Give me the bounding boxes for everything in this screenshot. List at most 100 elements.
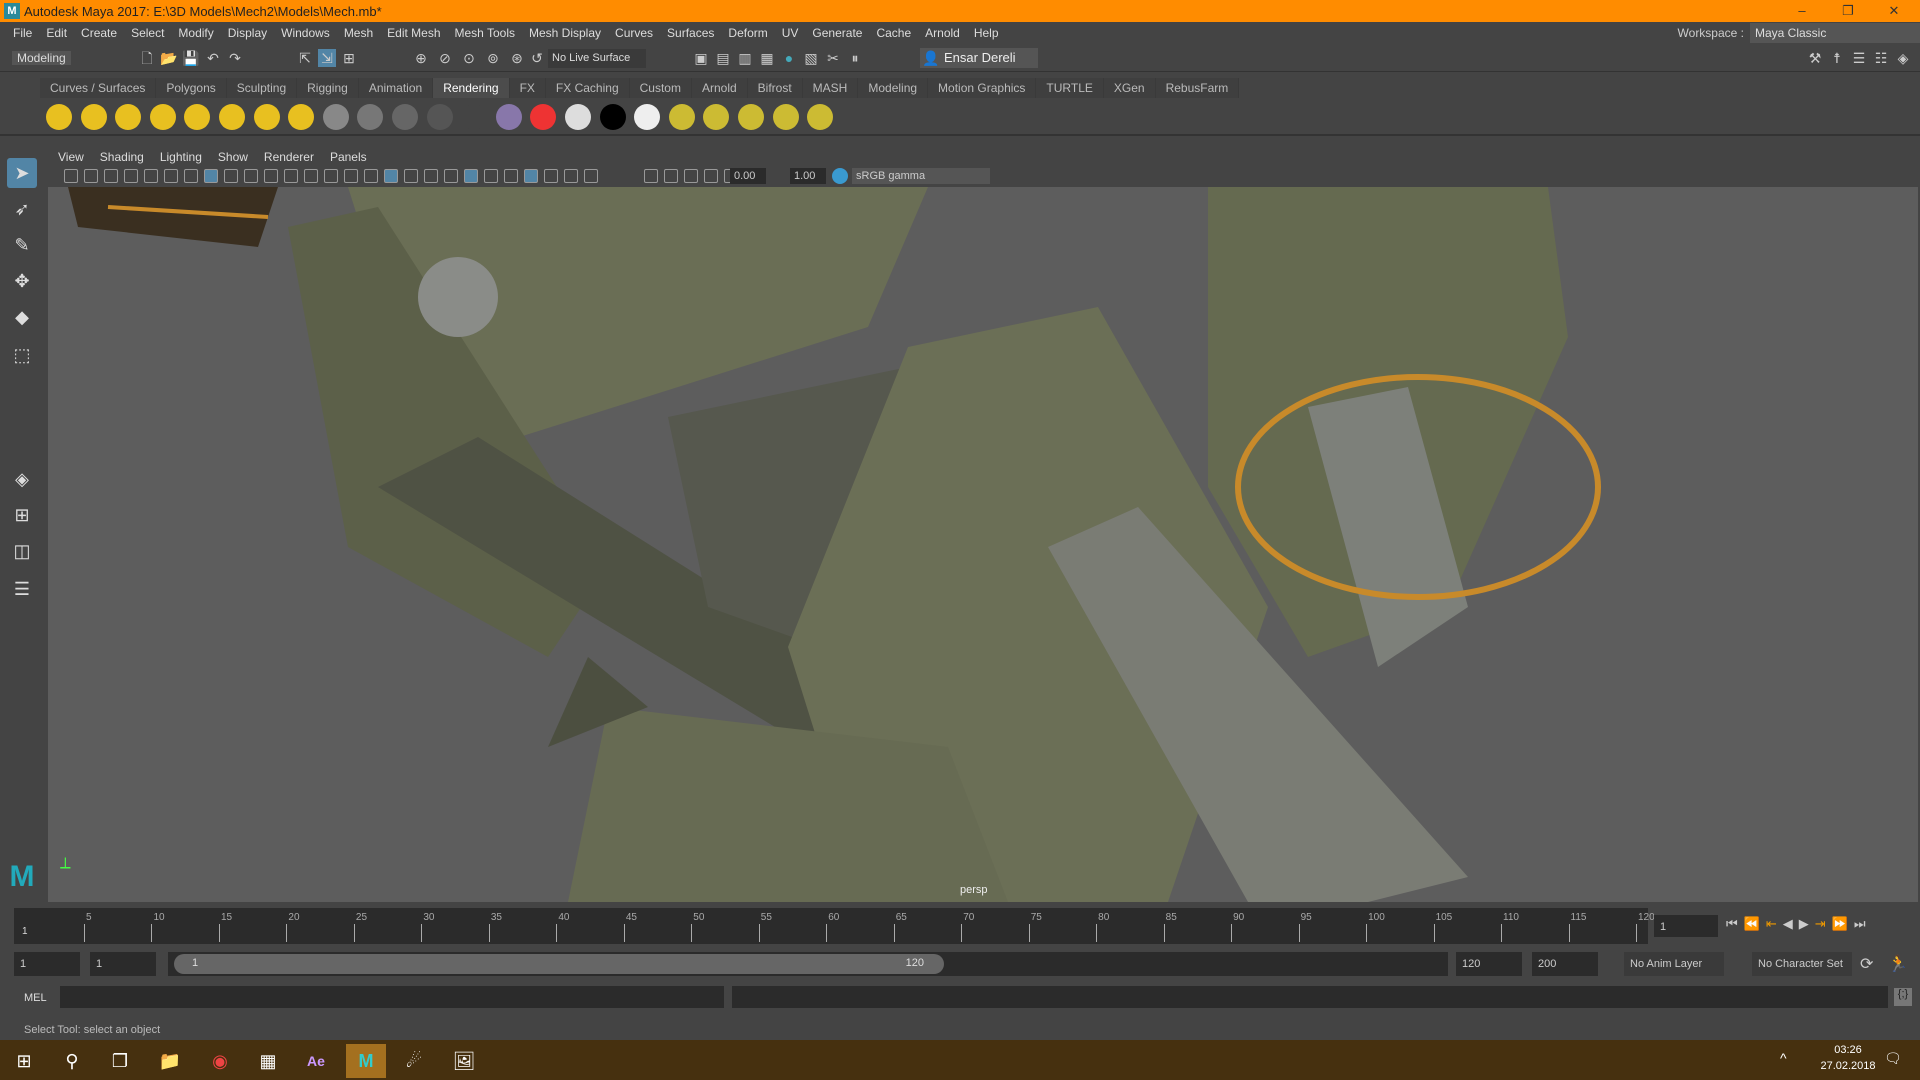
panel-menu-view[interactable]: View (50, 150, 92, 164)
four-view-layout-icon[interactable]: ⊞ (7, 500, 37, 530)
panel-menu-lighting[interactable]: Lighting (152, 150, 210, 164)
snap-surface-icon[interactable]: ⊛ (508, 49, 526, 67)
show-hidden-icons[interactable]: ^ (1780, 1050, 1787, 1066)
panel-tool-icon-8[interactable] (204, 169, 218, 183)
channel-box-icon[interactable]: ◈ (1894, 49, 1912, 67)
menu-mesh-display[interactable]: Mesh Display (522, 26, 608, 40)
menu-edit-mesh[interactable]: Edit Mesh (380, 26, 447, 40)
menu-curves[interactable]: Curves (608, 26, 660, 40)
shelf-tab-arnold[interactable]: Arnold (691, 78, 748, 98)
menu-help[interactable]: Help (967, 26, 1006, 40)
light-linking-icon[interactable] (288, 104, 315, 130)
panel-tool-icon-10[interactable] (244, 169, 258, 183)
step-forward-key-icon[interactable]: ⇥ (1815, 916, 1826, 932)
menu-generate[interactable]: Generate (805, 26, 869, 40)
shelf-tab-turtle[interactable]: TURTLE (1036, 78, 1104, 98)
directional-light-icon[interactable] (80, 104, 107, 130)
black-sphere-icon[interactable] (599, 104, 626, 130)
shelf-tab-polygons[interactable]: Polygons (156, 78, 227, 98)
shelf-tab-xgen[interactable]: XGen (1103, 78, 1156, 98)
mel-label[interactable]: MEL (24, 992, 47, 1004)
rotate-tool-icon[interactable]: ◆ (7, 302, 37, 332)
panel-tool-icon-23[interactable] (504, 169, 518, 183)
anisotropic-material-icon[interactable] (461, 104, 488, 130)
menu-display[interactable]: Display (221, 26, 274, 40)
snap-view-icon[interactable]: ⊚ (484, 49, 502, 67)
anim-layer-dropdown[interactable]: No Anim Layer (1624, 952, 1724, 976)
shelf-tab-rigging[interactable]: Rigging (297, 78, 359, 98)
play-forwards-icon[interactable]: ▶ (1799, 916, 1809, 932)
blinn-material-icon[interactable] (322, 104, 349, 130)
shelf-tab-curves-surfaces[interactable]: Curves / Surfaces (40, 78, 157, 98)
go-to-start-icon[interactable]: ⏮ (1726, 916, 1738, 932)
white-sphere-icon[interactable] (565, 104, 591, 130)
panel-tool-icon-24[interactable] (524, 169, 538, 183)
select-object-icon[interactable]: ⇲ (318, 49, 336, 67)
scale-tool-icon[interactable]: ⬚ (7, 340, 37, 370)
panel-menu-shading[interactable]: Shading (92, 150, 152, 164)
spot-light-icon[interactable] (149, 104, 176, 130)
ipr-render-icon[interactable]: ▥ (736, 49, 754, 67)
tool-settings-icon[interactable]: ☷ (1872, 49, 1890, 67)
surface-shader-icon[interactable] (426, 104, 453, 130)
panel-tool-icon-20[interactable] (444, 169, 458, 183)
open-scene-icon[interactable]: 📂 (160, 49, 178, 67)
panel-tool-icon-11[interactable] (264, 169, 278, 183)
hypershade-icon[interactable]: ● (780, 49, 798, 67)
shelf-tab-mash[interactable]: MASH (802, 78, 859, 98)
shelf-tab-animation[interactable]: Animation (358, 78, 434, 98)
use-background-icon[interactable] (634, 104, 661, 130)
animation-preferences-icon[interactable]: 🏃 (1888, 954, 1908, 974)
live-surface-field[interactable]: No Live Surface (548, 49, 646, 68)
go-to-end-icon[interactable]: ⏭ (1854, 916, 1866, 932)
panel-tool-icon-15[interactable] (344, 169, 358, 183)
menuset-dropdown[interactable]: Modeling (12, 51, 71, 65)
panel-tool-icon-21[interactable] (464, 169, 478, 183)
menu-select[interactable]: Select (124, 26, 171, 40)
panel-tool-icon-13[interactable] (304, 169, 318, 183)
render-settings-icon[interactable]: ▦ (758, 49, 776, 67)
panel-tool-icon-18[interactable] (404, 169, 418, 183)
outliner-layout-icon[interactable]: ☰ (7, 574, 37, 604)
shelf-tab-rebusfarm[interactable]: RebusFarm (1155, 78, 1240, 98)
panel-tool-icon-30[interactable] (684, 169, 698, 183)
panel-tool-icon-25[interactable] (544, 169, 558, 183)
render-view-icon[interactable]: ▧ (802, 49, 820, 67)
close-button[interactable]: ✕ (1872, 0, 1916, 22)
redo-icon[interactable]: ↷ (226, 49, 244, 67)
render-pass-icon[interactable] (772, 104, 799, 130)
menu-modify[interactable]: Modify (171, 26, 220, 40)
chrome-icon[interactable]: ◉ (200, 1044, 240, 1078)
panel-menu-show[interactable]: Show (210, 150, 256, 164)
workspace-dropdown[interactable]: Maya Classic (1750, 23, 1920, 43)
taskbar-clock[interactable]: 03:26 27.02.2018 (1820, 1044, 1876, 1072)
exposure-field[interactable]: 0.00 (730, 168, 766, 184)
maya-taskbar-icon[interactable]: M (346, 1044, 386, 1078)
shelf-tab-fx[interactable]: FX (509, 78, 546, 98)
current-frame-field[interactable]: 1 (1654, 915, 1718, 937)
two-view-layout-icon[interactable]: ◫ (7, 536, 37, 566)
shelf-tab-rendering[interactable]: Rendering (433, 78, 510, 98)
panel-tool-icon-29[interactable] (664, 169, 678, 183)
shelf-tab-custom[interactable]: Custom (629, 78, 692, 98)
auto-key-icon[interactable]: ⟳ (1860, 954, 1873, 974)
select-hierarchy-icon[interactable]: ⇱ (296, 49, 314, 67)
render-diagnostics-icon[interactable] (738, 104, 764, 130)
undo-icon[interactable]: ↶ (204, 49, 222, 67)
panel-tool-icon-12[interactable] (284, 169, 298, 183)
menu-deform[interactable]: Deform (721, 26, 774, 40)
new-scene-icon[interactable]: 🗋 (138, 49, 156, 67)
snap-point-icon[interactable]: ⊙ (460, 49, 478, 67)
panel-tool-icon-9[interactable] (224, 169, 238, 183)
task-view-icon[interactable]: ❐ (100, 1044, 140, 1078)
panel-tool-icon-31[interactable] (704, 169, 718, 183)
animation-end-field[interactable]: 200 (1532, 952, 1598, 976)
rendering-setup-icon[interactable]: ✂ (824, 49, 842, 67)
shelf-tab-fx-caching[interactable]: FX Caching (545, 78, 630, 98)
playback-end-field[interactable]: 120 (1456, 952, 1522, 976)
ramp-shader-icon[interactable] (495, 104, 522, 130)
panel-tool-icon-7[interactable] (184, 169, 198, 183)
animation-start-field[interactable]: 1 (14, 952, 80, 976)
photos-icon[interactable]: 🖼 (444, 1044, 484, 1078)
color-management-toggle-icon[interactable] (832, 168, 848, 184)
